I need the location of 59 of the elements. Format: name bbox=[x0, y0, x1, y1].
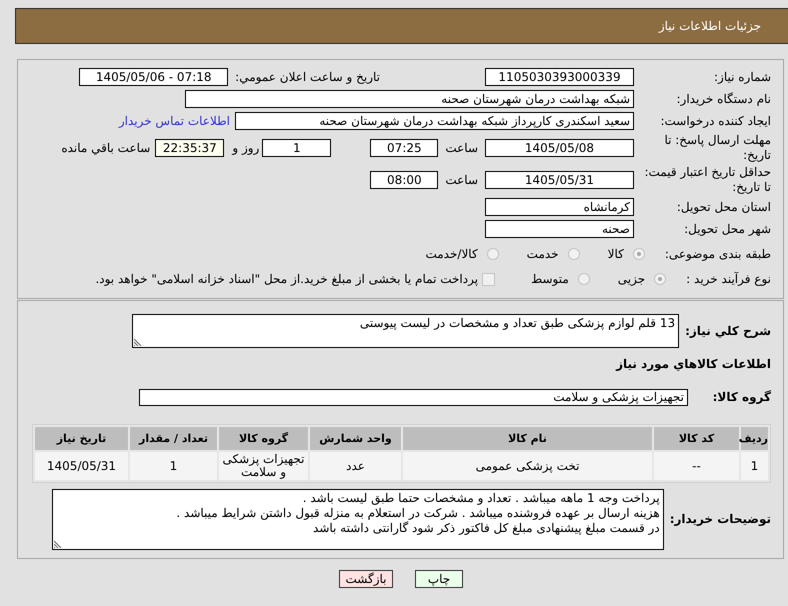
column-header: تاریخ نیاز bbox=[35, 427, 128, 450]
reply-time-field[interactable]: 07:25 bbox=[370, 139, 438, 157]
time-label: ساعت bbox=[445, 140, 478, 156]
price-validity-date-field[interactable]: 1405/05/31 bbox=[485, 171, 634, 189]
days-remaining-field[interactable]: 1 bbox=[262, 139, 332, 157]
option-label: متوسط bbox=[531, 272, 569, 286]
requester-field[interactable]: سعید اسکندری کارپرداز شبکه بهداشت درمان شهرستان صحنه bbox=[235, 112, 634, 130]
field-label: شرح کلي نیاز: bbox=[685, 324, 771, 338]
table-cell: 1405/05/31 bbox=[35, 452, 128, 480]
section-heading: اطلاعات کالاهاي مورد نیاز bbox=[616, 356, 771, 372]
field-label: نوع فرآیند خرید : bbox=[686, 272, 771, 286]
field-label: نام دستگاه خریدار: bbox=[676, 92, 771, 106]
summary-field[interactable]: 13 قلم لوازم پزشکی طبق تعداد و مشخصات در لیست پیوستی bbox=[132, 314, 680, 348]
table-cell: -- bbox=[654, 452, 739, 480]
column-header: گروه کالا bbox=[219, 427, 308, 450]
table-cell: عدد bbox=[310, 452, 401, 480]
goods-group-field[interactable]: تجهیزات پزشکی و سلامت bbox=[139, 389, 688, 406]
table-cell: تخت پزشکی عمومی bbox=[403, 452, 652, 480]
column-header: نام کالا bbox=[403, 427, 652, 450]
table-cell: 1 bbox=[741, 452, 768, 480]
delivery-province-field[interactable]: کرمانشاه bbox=[485, 198, 634, 216]
column-header: کد کالا bbox=[654, 427, 739, 450]
field-label: توضیحات خریدار: bbox=[670, 512, 771, 527]
print-button[interactable]: چاپ bbox=[415, 570, 463, 588]
field-label: شهر محل تحویل: bbox=[683, 222, 771, 236]
option-label: کالا bbox=[608, 246, 624, 262]
price-validity-time-field[interactable]: 08:00 bbox=[370, 171, 438, 189]
option-label: کالا/خدمت bbox=[425, 246, 478, 262]
resize-grip-icon bbox=[134, 338, 142, 346]
page-title: جزئیات اطلاعات نیاز bbox=[658, 19, 761, 33]
checkbox-label: پرداخت تمام یا بخشی از مبلغ خرید.از محل "اسناد خزانه اسلامی" خواهد بود. bbox=[95, 272, 478, 286]
field-label: مهلت ارسال پاسخ: تا تاریخ: bbox=[663, 133, 771, 163]
field-label: گروه کالا: bbox=[712, 390, 771, 405]
column-header: تعداد / مقدار bbox=[130, 427, 217, 450]
buyer-notes-field[interactable]: پرداخت وجه 1 ماهه میباشد . تعداد و مشخصات حتما طبق لیست باشد . هزینه ارسال بر عهده فروشنده میباشد . شرکت در استعلام به منزله قبول داشتن شرایط میباشد . در قسمت مبلغ پیشنهادی مبلغ کل فاکتور ذکر شود گارانتی داشته باشد bbox=[52, 489, 664, 550]
time-remaining-label: ساعت باقي مانده bbox=[61, 140, 150, 156]
reply-date-field[interactable]: 1405/05/08 bbox=[485, 139, 634, 157]
delivery-city-field[interactable]: صحنه bbox=[485, 220, 634, 238]
need-number-field[interactable]: 1105030393000339 bbox=[485, 68, 634, 86]
column-header: واحد شمارش bbox=[310, 427, 401, 450]
buyer-organization-field[interactable]: شبکه بهداشت درمان شهرستان صحنه bbox=[185, 90, 634, 108]
announcement-date-field[interactable]: 1405/05/06 - 07:18 bbox=[79, 68, 228, 86]
field-label: شماره نیاز: bbox=[713, 70, 771, 84]
column-header: ردیف bbox=[741, 427, 768, 450]
table-cell: 1 bbox=[130, 452, 217, 480]
days-label: روز و bbox=[232, 140, 260, 156]
field-label: طبقه بندی موضوعی: bbox=[664, 246, 771, 262]
back-button[interactable]: بازگشت bbox=[339, 570, 393, 588]
time-remaining-field[interactable]: 22:35:37 bbox=[155, 139, 224, 157]
table-cell: تجهیزات پزشکی و سلامت bbox=[219, 452, 308, 480]
option-label: خدمت bbox=[526, 246, 559, 262]
buyer-contact-link[interactable]: اطلاعات تماس خریدار bbox=[118, 114, 230, 128]
field-label: حداقل تاریخ اعتبار قیمت: تا تاریخ: bbox=[643, 165, 771, 195]
option-label: جزیی bbox=[618, 272, 646, 286]
field-label: استان محل تحویل: bbox=[676, 200, 771, 214]
field-label: ایجاد کننده درخواست: bbox=[659, 114, 771, 128]
time-label: ساعت bbox=[445, 172, 478, 188]
resize-grip-icon bbox=[54, 540, 62, 548]
field-label: تاریخ و ساعت اعلان عمومي: bbox=[235, 70, 380, 84]
